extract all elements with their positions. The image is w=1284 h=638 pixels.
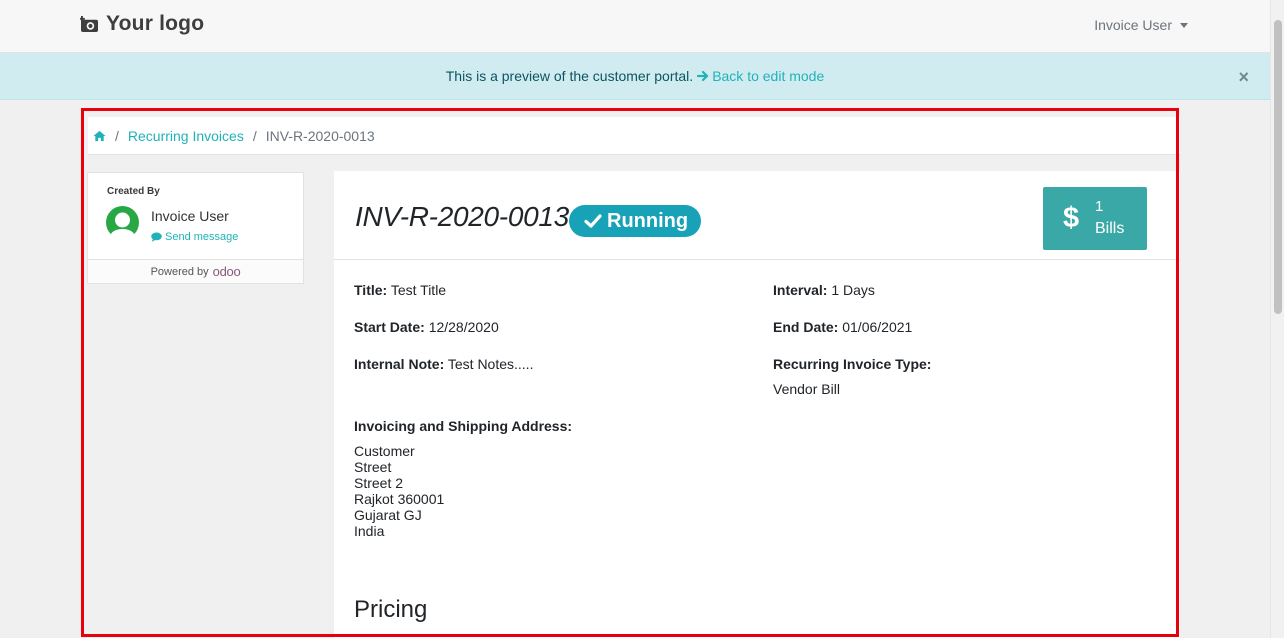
bills-label: Bills (1095, 220, 1125, 237)
title-value: Test Title (390, 282, 447, 298)
status-text: Running (607, 209, 689, 232)
address-line: Gujarat GJ (354, 507, 422, 523)
title-label: Title: (354, 282, 388, 298)
odoo-logo[interactable]: odoo (213, 264, 241, 279)
breadcrumb-current: INV-R-2020-0013 (265, 127, 375, 144)
caret-down-icon (1180, 22, 1188, 28)
user-menu-dropdown[interactable]: Invoice User (1094, 17, 1188, 33)
address-line: Street (354, 459, 392, 475)
bills-count: 1 (1095, 198, 1104, 215)
creator-name: Invoice User (151, 208, 229, 224)
breadcrumb-separator: / (252, 127, 257, 144)
logo[interactable]: Your logo (80, 12, 204, 36)
camera-icon (80, 15, 98, 32)
page-scrollbar[interactable] (1270, 0, 1284, 638)
avatar-icon (106, 206, 139, 239)
title-field: Title: Test Title (354, 282, 446, 298)
start-date-label: Start Date: (354, 319, 425, 335)
internal-note-value: Test Notes..... (447, 356, 534, 372)
recurring-type-value: Vendor Bill (773, 381, 840, 397)
end-date-value: 01/06/2021 (842, 319, 913, 335)
interval-label: Interval: (773, 282, 828, 298)
internal-note-label: Internal Note: (354, 356, 445, 372)
address-block: Customer Street Street 2 Rajkot 360001 G… (354, 443, 444, 539)
powered-by-text: Powered by (150, 265, 209, 278)
recurring-type-label: Recurring Invoice Type: (773, 356, 932, 372)
status-badge: Running (569, 205, 702, 237)
send-message-link[interactable]: Send message (151, 231, 238, 243)
created-by-label: Created By (107, 186, 160, 197)
interval-value: 1 Days (831, 282, 875, 298)
invoice-number: INV-R-2020-0013 (355, 201, 569, 232)
arrow-right-icon (697, 70, 709, 82)
recurring-type-field: Recurring Invoice Type: (773, 356, 931, 372)
address-line: Rajkot 360001 (354, 491, 445, 507)
portal-preview-alert: This is a preview of the customer portal… (0, 53, 1270, 100)
back-link-text: Back to edit mode (712, 68, 825, 84)
top-navbar: Your logo Invoice User (0, 0, 1270, 53)
breadcrumb: / Recurring Invoices / INV-R-2020-0013 (88, 117, 1180, 155)
back-to-edit-link[interactable]: Back to edit mode (697, 68, 824, 84)
home-icon[interactable] (93, 130, 106, 142)
powered-by: Powered by odoo (88, 259, 303, 283)
start-date-value: 12/28/2020 (428, 319, 499, 335)
breadcrumb-recurring-invoices[interactable]: Recurring Invoices (128, 128, 244, 144)
logo-text: Your logo (106, 12, 205, 35)
breadcrumb-separator: / (115, 127, 119, 144)
odoo-logo-o: odoo (212, 264, 241, 279)
interval-field: Interval: 1 Days (773, 282, 875, 298)
scrollbar-thumb[interactable] (1274, 20, 1282, 314)
address-line: Customer (354, 443, 415, 459)
user-menu-label: Invoice User (1094, 17, 1172, 33)
address-field: Invoicing and Shipping Address: (354, 418, 572, 434)
invoice-header: INV-R-2020-0013 Running $ 1 Bills (334, 171, 1180, 260)
dollar-icon: $ (1063, 202, 1080, 234)
start-date-field: Start Date: 12/28/2020 (354, 319, 499, 335)
end-date-label: End Date: (773, 319, 839, 335)
alert-message: This is a preview of the customer portal… (445, 68, 694, 84)
end-date-field: End Date: 01/06/2021 (773, 319, 912, 335)
bills-smart-button[interactable]: $ 1 Bills (1043, 187, 1147, 250)
internal-note-field: Internal Note: Test Notes..... (354, 356, 533, 372)
address-line: Street 2 (354, 475, 404, 491)
created-by-card: Created By Invoice User Send message Pow… (87, 172, 304, 284)
invoice-panel: INV-R-2020-0013 Running $ 1 Bills Title:… (334, 171, 1180, 638)
check-icon (584, 214, 602, 228)
close-alert-button[interactable]: × (1238, 67, 1249, 88)
comment-icon (151, 232, 162, 242)
address-label: Invoicing and Shipping Address: (354, 418, 573, 434)
address-line: India (354, 523, 385, 539)
send-message-text: Send message (165, 231, 239, 243)
pricing-heading: Pricing (354, 596, 428, 623)
